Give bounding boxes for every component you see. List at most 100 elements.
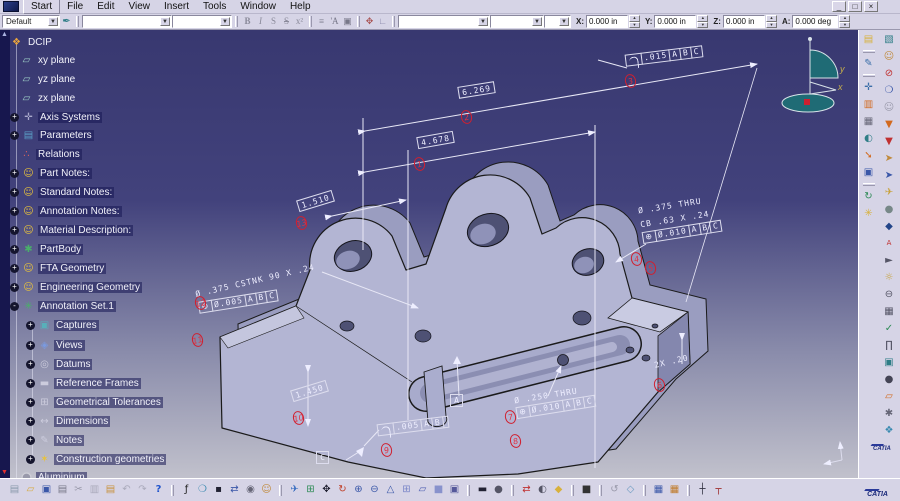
a-stepper[interactable]: ▲▼: [839, 15, 850, 28]
close-icon[interactable]: ×: [864, 1, 878, 12]
star-icon[interactable]: ✳: [862, 207, 876, 220]
link-icon[interactable]: ⇄: [228, 483, 241, 497]
menu-insert[interactable]: Insert: [157, 0, 196, 13]
tree-item-axis-systems[interactable]: +✛Axis Systems: [10, 111, 102, 124]
flag-icon[interactable]: ►: [882, 254, 896, 267]
frame-text-icon[interactable]: ▣: [341, 15, 354, 28]
update-circle-icon[interactable]: ↺: [608, 483, 621, 497]
lock2-icon[interactable]: ◆: [552, 483, 565, 497]
expander-icon[interactable]: +: [26, 321, 35, 330]
view-frame-icon[interactable]: ▣: [862, 166, 876, 179]
bench-icon[interactable]: ∏: [882, 339, 896, 352]
tree-item-dcip[interactable]: ❖DCIP: [10, 36, 54, 49]
expander-icon[interactable]: +: [26, 398, 35, 407]
bulb-icon[interactable]: ☼: [882, 271, 896, 284]
style-combo[interactable]: Default▼: [2, 15, 60, 28]
datum-label-a[interactable]: A: [450, 394, 463, 407]
expander-icon[interactable]: +: [26, 455, 35, 464]
menu-edit[interactable]: Edit: [90, 0, 121, 13]
expander-icon[interactable]: +: [26, 436, 35, 445]
update-icon[interactable]: ↻: [862, 190, 876, 203]
team-icon[interactable]: ☺: [882, 50, 896, 63]
tree-expand-icon[interactable]: ┼: [696, 483, 709, 497]
size-combo[interactable]: ▼: [172, 15, 232, 28]
x-stepper[interactable]: ▲▼: [629, 15, 640, 28]
zoom-out-icon[interactable]: ⊖: [368, 483, 381, 497]
x-field[interactable]: 0.000 in: [586, 15, 628, 28]
restore-icon[interactable]: □: [848, 1, 862, 12]
tree-item-yz-plane[interactable]: ▱yz plane: [20, 73, 77, 86]
hide-show-icon[interactable]: ◐: [536, 483, 549, 497]
expander-icon[interactable]: +: [10, 245, 19, 254]
font-color-icon[interactable]: 'A: [328, 15, 341, 28]
menu-view[interactable]: View: [121, 0, 157, 13]
minus-circle-icon[interactable]: ⊖: [882, 288, 896, 301]
grid-icon[interactable]: ▦: [652, 483, 665, 497]
chat-icon[interactable]: ❍: [196, 483, 209, 497]
tree-item-material-description[interactable]: +☺Material Description:: [10, 224, 133, 237]
rotate-icon[interactable]: ↻: [336, 483, 349, 497]
tree-item-dimensions[interactable]: +↔Dimensions: [26, 415, 110, 428]
tree-item-construction-geometries[interactable]: +✶Construction geometries: [26, 453, 166, 466]
tree-item-annotation-set[interactable]: -✳Annotation Set.1: [10, 300, 116, 313]
expander-icon[interactable]: +: [26, 360, 35, 369]
formula-icon[interactable]: ƒ: [180, 483, 193, 497]
screen-icon[interactable]: ▬: [476, 483, 489, 497]
expander-icon[interactable]: +: [10, 113, 19, 122]
shaded-icon[interactable]: ■: [432, 483, 445, 497]
tree-item-notes[interactable]: +✎Notes: [26, 434, 84, 447]
whats-this-icon[interactable]: ?: [152, 483, 165, 497]
layers-icon[interactable]: ▱: [882, 390, 896, 403]
combo-b[interactable]: ▼: [490, 15, 544, 28]
tree-item-annotation-notes[interactable]: +☺Annotation Notes:: [10, 205, 122, 218]
swap-visible-icon[interactable]: ⇄: [520, 483, 533, 497]
stamp-orange-icon[interactable]: ▼: [882, 118, 896, 131]
expander-icon[interactable]: +: [10, 283, 19, 292]
gears-icon[interactable]: ✱: [882, 407, 896, 420]
table-icon[interactable]: ▦: [882, 305, 896, 318]
widget-icon[interactable]: ❖: [882, 424, 896, 437]
lock-icon[interactable]: ◉: [244, 483, 257, 497]
stamp-red-icon[interactable]: ▼: [882, 135, 896, 148]
copy-icon[interactable]: ▥: [88, 483, 101, 497]
power-input-icon[interactable]: ▪: [212, 483, 225, 497]
wide-combo[interactable]: ▼: [398, 15, 490, 28]
cursor-icon[interactable]: ➤: [882, 169, 896, 182]
info-icon[interactable]: ❍: [882, 84, 896, 97]
strikethrough-button[interactable]: S: [280, 15, 293, 28]
tree-item-zx-plane[interactable]: ▱zx plane: [20, 92, 77, 105]
tree-item-captures[interactable]: +▣Captures: [26, 319, 99, 332]
tree-item-reference-frames[interactable]: +▬Reference Frames: [26, 377, 141, 390]
runner-icon[interactable]: ➤: [882, 152, 896, 165]
italic-button[interactable]: I: [254, 15, 267, 28]
snap-grid-icon[interactable]: ▦: [668, 483, 681, 497]
z-stepper[interactable]: ▲▼: [766, 15, 777, 28]
minimize-icon[interactable]: _: [832, 1, 846, 12]
combo-c[interactable]: ▼: [544, 15, 571, 28]
grid-table-icon[interactable]: ▦: [862, 115, 876, 128]
zoom-in-icon[interactable]: ⊕: [352, 483, 365, 497]
tree-item-aluminium[interactable]: ●Aluminium: [20, 471, 87, 478]
expander-icon[interactable]: +: [10, 226, 19, 235]
anchor-point-icon[interactable]: ✥: [363, 15, 376, 28]
3d-viewport[interactable]: y x ❖DCIP ▱xy plane ▱yz plane ▱zx plane …: [10, 30, 858, 478]
a-field[interactable]: 0.000 deg: [792, 15, 838, 28]
users-icon[interactable]: ☺: [882, 101, 896, 114]
datum-target-icon[interactable]: ✛: [862, 81, 876, 94]
tree-item-standard-notes[interactable]: +☺Standard Notes:: [10, 186, 114, 199]
multi-view-icon[interactable]: ⊞: [400, 483, 413, 497]
datum-label-c[interactable]: C: [316, 451, 329, 464]
underline-button[interactable]: S: [267, 15, 280, 28]
tree-item-views[interactable]: +◈Views: [26, 339, 85, 352]
grad-cap-icon[interactable]: ◆: [882, 220, 896, 233]
expander-icon[interactable]: +: [10, 207, 19, 216]
globe-icon[interactable]: ●: [882, 203, 896, 216]
expander-icon[interactable]: -: [10, 302, 19, 311]
plane-hand-icon[interactable]: ✈: [882, 186, 896, 199]
capture-icon[interactable]: ▧: [882, 33, 896, 46]
undo-icon[interactable]: ↶: [120, 483, 133, 497]
fit-all-icon[interactable]: ⊞: [304, 483, 317, 497]
annotation-note-icon[interactable]: ▤: [862, 33, 876, 46]
camera-icon[interactable]: ●: [882, 373, 896, 386]
print-icon[interactable]: ▤: [56, 483, 69, 497]
